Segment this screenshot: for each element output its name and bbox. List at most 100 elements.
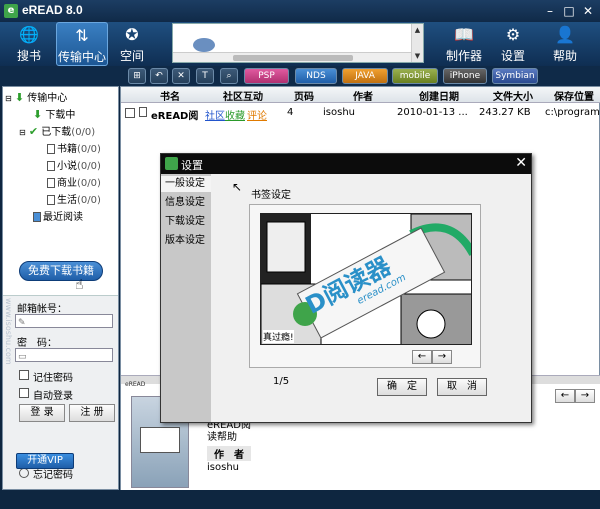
check-icon: ✔ xyxy=(28,125,39,138)
email-label: 邮箱帐号： xyxy=(17,304,67,315)
row-checkbox[interactable] xyxy=(125,108,135,118)
left-panel: ⊟ ⬇ 传输中心 ⬇ 下载中 ⊟ ✔ 已下载(0/0) 书籍(0/0) 小说(0… xyxy=(2,86,119,490)
auto-login-checkbox[interactable] xyxy=(19,388,29,398)
tab-general[interactable]: 一般设定 xyxy=(161,176,211,192)
transfer-icon: ⇅ xyxy=(75,26,89,45)
path-value: c:\program xyxy=(545,107,600,118)
recent-book-icon xyxy=(33,212,41,222)
green-arrow-icon: ⬇ xyxy=(14,91,25,104)
col-author[interactable]: 作者 xyxy=(327,88,399,103)
password-field[interactable]: ▭ xyxy=(15,348,113,362)
settings-dialog: 设置 ✕ 一般设定 信息设定 下载设定 版本设定 书签设定 D阅读器 eread… xyxy=(160,153,532,423)
maker-button[interactable]: 📖 制作器 xyxy=(440,22,488,66)
format-mobile-button[interactable]: mobile xyxy=(392,68,438,84)
scroll-thumb[interactable] xyxy=(233,55,353,61)
scroll-up-icon[interactable]: ▲ xyxy=(412,24,423,36)
detail-author-label: 作 者 xyxy=(207,446,251,461)
refresh-icon[interactable]: ↶ xyxy=(150,68,168,84)
download-arrow-icon: ⬇ xyxy=(33,108,43,121)
dialog-title: 设置 xyxy=(181,159,203,172)
col-name[interactable]: 书名 xyxy=(135,88,205,103)
key-icon xyxy=(19,468,29,478)
bookmark-preview-image: D阅读器 eread.com 真过瘾! xyxy=(260,213,472,345)
auto-login-label: 自动登录 xyxy=(33,391,73,402)
tree-item-life[interactable]: 生活(0/0) xyxy=(47,191,101,206)
laptop-image xyxy=(140,427,180,453)
format-java-button[interactable]: JAVA xyxy=(342,68,388,84)
star-icon: ✪ xyxy=(125,25,139,44)
ad-vertical-scrollbar[interactable]: ▲ ▼ xyxy=(411,24,423,62)
format-symbian-button[interactable]: Symbian xyxy=(492,68,538,84)
preview-next-icon[interactable]: → xyxy=(432,350,452,364)
col-community[interactable]: 社区互动 xyxy=(205,88,281,103)
search-books-button[interactable]: 🌐 搜书 xyxy=(6,22,52,66)
search-icon[interactable]: ⌕ xyxy=(220,68,238,84)
page-indicator: 1/5 xyxy=(273,376,290,387)
watermark-text: www.isoshu.com xyxy=(4,298,13,365)
tree-root[interactable]: ⊟ ⬇ 传输中心 xyxy=(5,89,67,104)
text-icon[interactable]: T xyxy=(196,68,214,84)
dialog-content: 书签设定 D阅读器 eread.com 真过瘾! ← → 1/5 确 定 取 消 xyxy=(211,174,531,422)
tree-item-recent[interactable]: 最近阅读 xyxy=(33,208,83,223)
favorite-link[interactable]: 收藏 xyxy=(225,107,245,122)
size-value: 243.27 KB xyxy=(479,107,531,118)
col-path[interactable]: 保存位置 xyxy=(547,88,600,103)
document-icon xyxy=(47,178,55,188)
format-bar: ⊞ ↶ ✕ T ⌕ PSP NDS JAVA mobile iPhone Sym… xyxy=(0,66,600,86)
col-size[interactable]: 文件大小 xyxy=(479,88,547,103)
transfer-center-button[interactable]: ⇅ 传输中心 xyxy=(56,22,108,66)
remember-password-checkbox[interactable] xyxy=(19,370,29,380)
tree-item-downloaded[interactable]: ⊟ ✔ 已下载(0/0) xyxy=(19,123,95,138)
dialog-close-icon[interactable]: ✕ xyxy=(515,155,527,171)
user-icon: ✎ xyxy=(18,318,26,328)
book-name: eREAD阅 xyxy=(151,111,199,122)
gear-icon: ⚙ xyxy=(505,25,521,44)
tab-version[interactable]: 版本设定 xyxy=(165,233,205,249)
cancel-button[interactable]: 取 消 xyxy=(437,378,487,396)
book-icon xyxy=(139,107,149,118)
settings-button[interactable]: ⚙ 设置 xyxy=(494,22,532,66)
scroll-down-icon[interactable]: ▼ xyxy=(412,50,423,62)
space-button[interactable]: ✪ 空间 xyxy=(112,22,152,66)
tree-item-novels[interactable]: 小说(0/0) xyxy=(47,157,101,172)
community-link[interactable]: 社区 xyxy=(205,107,225,122)
login-button[interactable]: 登 录 xyxy=(19,404,65,422)
layout-icon[interactable]: ⊞ xyxy=(128,68,146,84)
tab-info[interactable]: 信息设定 xyxy=(165,195,205,211)
format-psp-button[interactable]: PSP xyxy=(244,68,289,84)
tab-download[interactable]: 下载设定 xyxy=(165,214,205,230)
password-label: 密 码： xyxy=(17,338,57,349)
maximize-button[interactable]: □ xyxy=(561,3,577,19)
detail-pager: ← → xyxy=(555,388,595,403)
comment-link[interactable]: 评论 xyxy=(247,107,267,122)
free-download-button[interactable]: 免费下载书籍 xyxy=(19,261,103,281)
col-date[interactable]: 创建日期 xyxy=(399,88,479,103)
ok-button[interactable]: 确 定 xyxy=(377,378,427,396)
eread-window: e eREAD 8.0 – □ ✕ 🌐 搜书 ⇅ 传输中心 ✪ 空间 📖 制作器… xyxy=(0,0,600,509)
delete-icon[interactable]: ✕ xyxy=(172,68,190,84)
dialog-sidebar: 一般设定 信息设定 下载设定 版本设定 xyxy=(161,174,211,422)
prev-arrow-icon[interactable]: ← xyxy=(555,389,575,403)
status-bar xyxy=(0,490,600,509)
date-value: 2010-01-13 ... xyxy=(397,107,468,118)
title-bar: e eREAD 8.0 – □ ✕ xyxy=(0,0,600,22)
tree-item-business[interactable]: 商业(0/0) xyxy=(47,174,101,189)
email-field[interactable]: ✎ xyxy=(15,314,113,328)
pages-value: 4 xyxy=(287,107,294,118)
minimize-button[interactable]: – xyxy=(542,3,558,19)
format-iphone-button[interactable]: iPhone xyxy=(443,68,487,84)
close-window-button[interactable]: ✕ xyxy=(580,3,596,19)
register-button[interactable]: 注 册 xyxy=(69,404,115,422)
tree-item-books[interactable]: 书籍(0/0) xyxy=(47,140,101,155)
ad-panel: ▲ ▼ xyxy=(172,23,424,63)
col-pages[interactable]: 页码 xyxy=(281,88,327,103)
ad-horizontal-scrollbar[interactable] xyxy=(173,52,411,62)
next-arrow-icon[interactable]: → xyxy=(575,389,595,403)
format-nds-button[interactable]: NDS xyxy=(295,68,337,84)
tree-item-downloading[interactable]: ⬇ 下载中 xyxy=(33,106,75,121)
preview-caption: 真过瘾! xyxy=(263,330,294,343)
preview-prev-icon[interactable]: ← xyxy=(412,350,432,364)
person-help-icon: 👤 xyxy=(555,25,575,44)
vip-button[interactable]: 开通VIP xyxy=(16,453,74,469)
help-button[interactable]: 👤 帮助 xyxy=(546,22,584,66)
